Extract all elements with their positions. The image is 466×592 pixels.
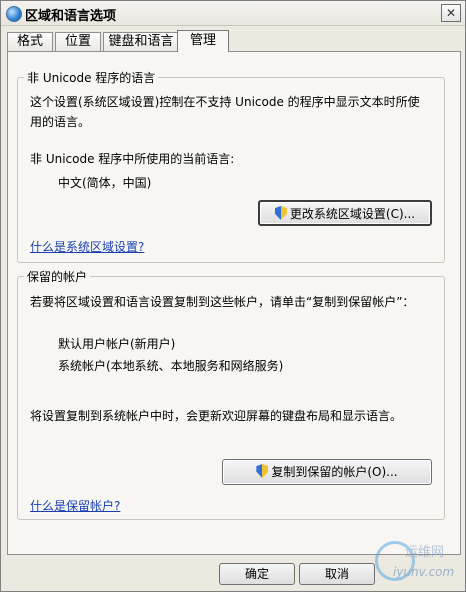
reserved-account-default-user: 默认用户帐户(新用户) — [58, 337, 176, 351]
group-non-unicode-legend: 非 Unicode 程序的语言 — [24, 69, 159, 86]
change-system-locale-button[interactable]: 更改系统区域设置(C)... — [258, 200, 432, 226]
ok-button[interactable]: 确定 — [219, 563, 295, 585]
what-is-reserved-account-link[interactable]: 什么是保留帐户? — [30, 497, 120, 514]
title-bar: 区域和语言选项 ✕ — [1, 1, 465, 26]
non-unicode-description: 这个设置(系统区域设置)控制在不支持 Unicode 的程序中显示文本时所使用的… — [30, 95, 420, 129]
tab-keyboard-language[interactable]: 键盘和语言 — [103, 32, 179, 51]
tab-panel: 非 Unicode 程序的语言 这个设置(系统区域设置)控制在不支持 Unico… — [7, 51, 461, 555]
group-reserved-accounts: 保留的帐户 若要将区域设置和语言设置复制到这些帐户，请单击“复制到保留帐户”： … — [17, 268, 445, 520]
uac-shield-icon — [274, 206, 287, 220]
tab-administrative[interactable]: 管理 — [177, 30, 229, 52]
group-reserved-legend: 保留的帐户 — [24, 268, 91, 285]
copy-to-reserved-accounts-button[interactable]: 复制到保留的帐户(O)... — [222, 459, 432, 485]
uac-shield-icon — [256, 464, 269, 478]
reserved-description: 若要将区域设置和语言设置复制到这些帐户，请单击“复制到保留帐户”： — [30, 295, 415, 309]
group-non-unicode: 非 Unicode 程序的语言 这个设置(系统区域设置)控制在不支持 Unico… — [17, 69, 445, 263]
cancel-button[interactable]: 取消 — [299, 563, 375, 585]
tab-format[interactable]: 格式 — [7, 32, 53, 51]
window-title: 区域和语言选项 — [25, 9, 117, 24]
globe-icon — [6, 6, 22, 22]
dialog-window: 区域和语言选项 ✕ 格式 位置 键盘和语言 管理 非 Unicode 程序的语言… — [0, 0, 466, 592]
current-language-label: 非 Unicode 程序中所使用的当前语言: — [30, 152, 235, 166]
reserved-account-system: 系统帐户(本地系统、本地服务和网络服务) — [58, 359, 284, 373]
current-language-value: 中文(简体，中国) — [58, 176, 152, 190]
what-is-system-locale-link[interactable]: 什么是系统区域设置? — [30, 238, 144, 255]
copy-to-reserved-label: 复制到保留的帐户(O)... — [271, 465, 398, 479]
close-button[interactable]: ✕ — [441, 4, 461, 22]
tab-location[interactable]: 位置 — [55, 32, 101, 51]
change-system-locale-label: 更改系统区域设置(C)... — [289, 207, 416, 221]
watermark-text-url: iyunv.com — [393, 565, 455, 579]
reserved-note: 将设置复制到系统帐户中时，会更新欢迎屏幕的键盘布局和显示语言。 — [30, 409, 403, 423]
